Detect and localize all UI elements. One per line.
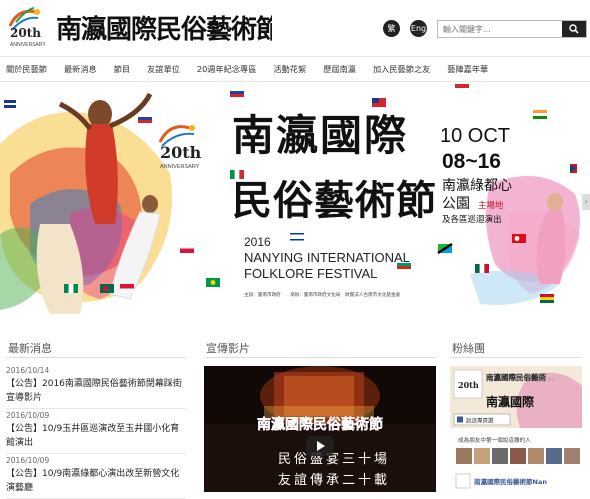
site-logo[interactable]: 20th ANNIVERSARY 南瀛國際民俗藝術節	[4, 4, 272, 48]
news-link[interactable]: 【公告】10/9南瀛綠都心演出改至新營文化演藝廳	[6, 467, 186, 495]
video-section-title: 宣傳影片	[206, 342, 250, 355]
site-header: 20th ANNIVERSARY 南瀛國際民俗藝術節 繁 Eng	[0, 0, 590, 54]
news-date: 2016/10/09	[6, 456, 50, 465]
news-link[interactable]: 【公告】2016南瀛國際民俗藝術節閉幕踩街宣導影片	[6, 377, 186, 405]
banner-date-month: 10 OCT	[440, 125, 510, 147]
banner-title-cn-2: 民俗藝術節	[232, 177, 437, 224]
search-input[interactable]	[438, 21, 562, 37]
banner-year: 2016	[244, 235, 271, 249]
banner-next-arrow[interactable]: ›	[582, 194, 590, 210]
nav-item-partners[interactable]: 友誼單位	[147, 63, 180, 75]
play-icon[interactable]	[306, 436, 334, 456]
news-item[interactable]: 2016/10/14 【公告】2016南瀛國際民俗藝術節閉幕踩街宣導影片	[6, 364, 186, 409]
banner-title-en-2: FOLKLORE FESTIVAL	[244, 266, 377, 281]
lang-zh-button[interactable]: 繁	[383, 20, 400, 37]
facebook-icon	[457, 416, 463, 423]
fans-section-title: 粉絲團	[452, 342, 485, 355]
search-button[interactable]	[562, 21, 586, 37]
logo-years: 20th	[10, 26, 41, 40]
fb-friends-text: 成為朋友中第一個說這讚的人	[458, 436, 531, 444]
news-section-divider	[6, 357, 186, 358]
svg-text:南瀛國際: 南瀛國際	[486, 394, 535, 409]
main-nav: 關於民藝節 最新消息 節目 友誼單位 20週年紀念專區 活動花絮 歷屆南瀛 加入…	[0, 56, 590, 82]
nav-item-programs[interactable]: 節目	[114, 63, 130, 75]
promo-video-thumbnail: 南瀛國際民俗藝術節 民俗盛宴三十場 友誼傳承二十載	[204, 366, 436, 492]
fb-like-button: 說這專頁讚	[466, 417, 494, 425]
banner-sponsors: 主辦：臺南市政府 承辦：臺南市政府文化局 財團法人台南市文化基金會	[244, 291, 401, 298]
svg-text:20th: 20th	[458, 380, 479, 390]
banner-venue-1: 南瀛綠都心	[442, 177, 512, 194]
promo-video-player[interactable]: 南瀛國際民俗藝術節 民俗盛宴三十場 友誼傳承二十載	[204, 366, 436, 492]
nav-item-join-friends[interactable]: 加入民藝節之友	[373, 63, 430, 75]
news-date: 2016/10/09	[6, 411, 50, 420]
banner-anniversary-text: ANNIVERSARY	[160, 164, 200, 170]
news-item[interactable]: 2016/10/09 【公告】10/9玉井區巡演改至玉井國小化育館演出	[6, 409, 186, 454]
banner-title-en-1: NANYING INTERNATIONAL	[244, 250, 410, 265]
hero-banner-art: 20th ANNIVERSARY 南瀛國際 民俗藝術節 2016 NANYING…	[0, 84, 584, 314]
banner-venue-sub: 及各區巡迴演出	[442, 214, 502, 225]
video-section-divider	[204, 357, 436, 358]
search-icon	[569, 24, 579, 34]
nav-item-gallery[interactable]: 活動花絮	[273, 63, 306, 75]
lang-en-button[interactable]: Eng	[410, 20, 427, 37]
facebook-page-widget: 20th 南瀛國際民俗藝術... 南瀛國際 說這專頁讚 成為朋友中第一個說這讚的…	[450, 366, 582, 492]
hero-banner[interactable]: 20th ANNIVERSARY 南瀛國際 民俗藝術節 2016 NANYING…	[0, 84, 590, 320]
fb-post-name: 南瀛國際民俗藝術節Nan	[474, 477, 547, 486]
video-caption-1: 民俗盛宴三十場	[278, 451, 390, 467]
video-subtitle: 南瀛國際民俗藝術節	[257, 416, 383, 433]
banner-title-cn-1: 南瀛國際	[232, 111, 408, 160]
banner-venue-2: 公園	[442, 196, 470, 212]
nav-item-history[interactable]: 歷屆南瀛	[323, 63, 356, 75]
news-date: 2016/10/14	[6, 366, 50, 375]
banner-date-days: 08~16	[442, 150, 501, 173]
nav-item-news[interactable]: 最新消息	[64, 63, 97, 75]
nav-item-20th-anniversary[interactable]: 20週年紀念專區	[197, 63, 257, 75]
fans-section-divider	[450, 357, 582, 358]
news-section-title: 最新消息	[8, 342, 52, 355]
video-caption-2: 友誼傳承二十載	[278, 472, 390, 488]
logo-title: 南瀛國際民俗藝術節	[56, 14, 272, 45]
news-item[interactable]: 2016/10/09 【公告】10/9南瀛綠都心演出改至新營文化演藝廳	[6, 454, 186, 499]
news-list: 2016/10/14 【公告】2016南瀛國際民俗藝術節閉幕踩街宣導影片 201…	[6, 364, 186, 499]
nav-item-about[interactable]: 關於民藝節	[6, 63, 47, 75]
logo-anniversary-text: ANNIVERSARY	[10, 42, 46, 48]
fb-page-name: 南瀛國際民俗藝術...	[486, 372, 555, 382]
nav-item-carnival[interactable]: 藝陣嘉年華	[447, 63, 488, 75]
news-link[interactable]: 【公告】10/9玉井區巡演改至玉井國小化育館演出	[6, 422, 186, 450]
banner-anniversary-number: 20th	[160, 143, 202, 162]
facebook-widget-art: 20th 南瀛國際民俗藝術... 南瀛國際 說這專頁讚 成為朋友中第一個說這讚的…	[450, 366, 582, 489]
banner-venue-main: 主場地	[478, 200, 504, 211]
search-box	[437, 20, 587, 38]
